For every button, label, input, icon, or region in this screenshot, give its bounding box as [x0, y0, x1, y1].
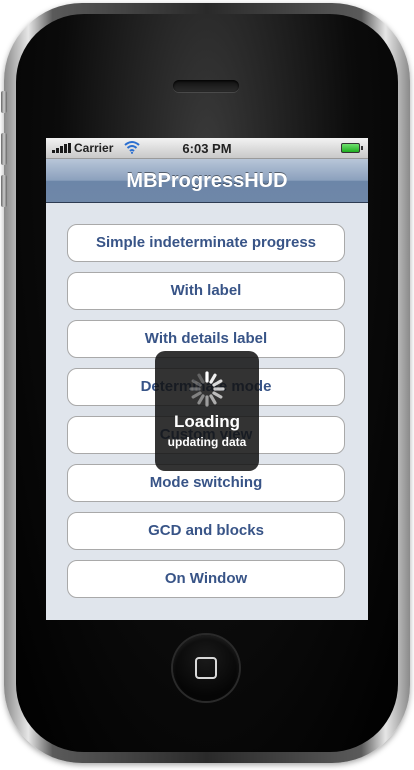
gcd-and-blocks-button[interactable]: GCD and blocks: [67, 512, 345, 550]
silent-switch: [1, 91, 7, 113]
navigation-bar: MBProgressHUD: [46, 159, 368, 203]
volume-up-button: [1, 133, 7, 165]
status-time: 6:03 PM: [182, 141, 232, 156]
simulator-stage: Carrier 6:03 PM MBProgressHUD Simple ind…: [0, 0, 414, 770]
hud-details-label: updating data: [167, 435, 247, 449]
home-square-icon: [195, 657, 217, 679]
home-button-icon[interactable]: [173, 635, 239, 701]
simple-indeterminate-progress-button[interactable]: Simple indeterminate progress: [67, 224, 345, 262]
with-label-button[interactable]: With label: [67, 272, 345, 310]
on-window-button[interactable]: On Window: [67, 560, 345, 598]
volume-down-button: [1, 175, 7, 207]
battery-icon: [341, 143, 363, 153]
earpiece-speaker: [173, 80, 239, 92]
nav-title: MBProgressHUD: [126, 170, 288, 192]
hud-label: Loading: [173, 412, 241, 431]
activity-spinner-icon: [189, 371, 225, 407]
progress-hud: Loading updating data: [155, 351, 259, 471]
status-bar: Carrier 6:03 PM: [46, 138, 368, 159]
